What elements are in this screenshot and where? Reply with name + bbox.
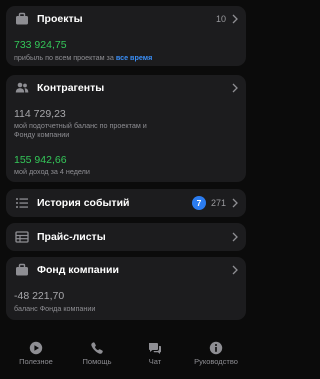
contractors-balance-caption-line2: Фонду компании: [14, 130, 70, 139]
info-icon: [209, 341, 223, 355]
list-icon: [16, 198, 28, 208]
tab-chat[interactable]: Чат: [125, 336, 185, 379]
company-fund-balance-caption: баланс Фонда компании: [14, 304, 96, 313]
contractors-income-value: 155 942,66: [14, 154, 67, 166]
tab-chat-label: Чат: [148, 357, 162, 366]
chevron-right-icon: [232, 198, 238, 208]
contractors-card[interactable]: Контрагенты 114 729,23 мой подотчетный б…: [6, 75, 246, 182]
events-count: 271: [210, 198, 226, 208]
projects-profit-caption: прибыль по всем проектам за все время: [14, 53, 152, 62]
tab-useful-label: Полезное: [19, 357, 53, 366]
events-unread-badge: 7: [192, 196, 206, 210]
contractors-balance-caption-line1: мой подотчетный баланс по проектам и: [14, 121, 147, 130]
contractors-income-caption: мой доход за 4 недели: [14, 167, 90, 176]
tab-manual[interactable]: Руководство: [186, 336, 246, 379]
projects-count: 10: [215, 14, 226, 24]
projects-card[interactable]: Проекты 10 733 924,75 прибыль по всем пр…: [6, 6, 246, 66]
briefcase-icon: [16, 12, 28, 25]
app-screen: Проекты 10 733 924,75 прибыль по всем пр…: [0, 0, 252, 379]
price-lists-title: Прайс-листы: [37, 231, 106, 243]
chevron-right-icon: [232, 14, 238, 24]
tab-manual-label: Руководство: [194, 357, 238, 366]
contractors-title: Контрагенты: [37, 82, 105, 94]
events-history-card[interactable]: История событий 7 271: [6, 189, 246, 217]
table-icon: [15, 231, 29, 243]
play-icon: [29, 341, 43, 355]
tab-useful[interactable]: Полезное: [6, 336, 66, 379]
company-fund-title: Фонд компании: [37, 264, 119, 276]
contractors-balance-value: 114 729,23: [14, 108, 66, 120]
tab-help-label: Помощь: [82, 357, 112, 366]
company-fund-balance-value: -48 221,70: [14, 290, 65, 302]
chevron-right-icon: [232, 265, 238, 275]
people-icon: [15, 82, 29, 93]
projects-title: Проекты: [37, 13, 83, 25]
price-lists-card[interactable]: Прайс-листы: [6, 223, 246, 251]
period-link[interactable]: все время: [116, 53, 152, 62]
tab-help[interactable]: Помощь: [67, 336, 127, 379]
phone-icon: [91, 342, 103, 354]
projects-profit-value: 733 924,75: [14, 39, 67, 51]
chevron-right-icon: [232, 232, 238, 242]
briefcase-icon: [16, 263, 28, 276]
chat-icon: [149, 343, 161, 354]
chevron-right-icon: [232, 83, 238, 93]
company-fund-card[interactable]: Фонд компании -48 221,70 баланс Фонда ко…: [6, 257, 246, 320]
profit-caption-text: прибыль по всем проектам за: [14, 53, 114, 62]
events-title: История событий: [37, 197, 130, 209]
bottom-tab-bar: Полезное Помощь Чат Руководство: [0, 336, 252, 379]
